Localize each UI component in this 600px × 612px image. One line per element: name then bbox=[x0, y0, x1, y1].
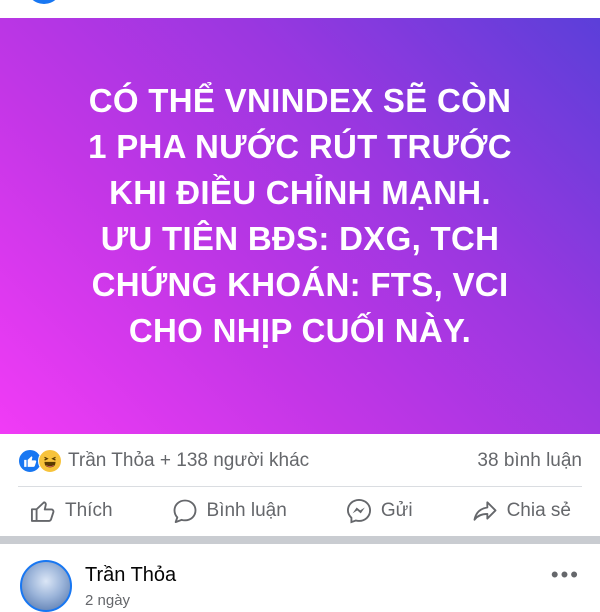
share-button[interactable]: Chia sẻ bbox=[471, 497, 571, 525]
divider bbox=[18, 486, 582, 487]
comments-count[interactable]: 38 bình luận bbox=[477, 450, 582, 472]
banner-line: CHO NHỊP CUỐI NÀY. bbox=[128, 312, 472, 349]
like-label: Thích bbox=[65, 500, 113, 521]
reaction-icons bbox=[18, 448, 64, 474]
share-label: Chia sẻ bbox=[506, 500, 571, 521]
haha-reaction-icon bbox=[38, 449, 62, 473]
send-label: Gửi bbox=[380, 500, 413, 521]
comment-time: 2 ngày bbox=[85, 592, 131, 609]
section-separator bbox=[0, 536, 600, 544]
more-options-icon[interactable]: ••• bbox=[551, 562, 580, 588]
post-actions: Thích Bình luận Gửi Chia sẻ bbox=[0, 488, 600, 534]
comment-author[interactable]: Trần Thỏa bbox=[85, 564, 176, 587]
banner-line: CÓ THỂ VNINDEX SẼ CÒN bbox=[88, 82, 512, 119]
banner-line: KHI ĐIỀU CHỈNH MẠNH. bbox=[109, 174, 491, 211]
top-avatar[interactable] bbox=[26, 0, 62, 4]
comment-label: Bình luận bbox=[206, 500, 287, 521]
share-arrow-icon bbox=[471, 497, 499, 525]
reactions-bar: Trần Thỏa + 138 người khác 38 bình luận bbox=[0, 436, 600, 486]
banner-line: CHỨNG KHOÁN: FTS, VCI bbox=[91, 266, 509, 303]
reaction-summary-text: Trần Thỏa + 138 người khác bbox=[68, 450, 310, 471]
reaction-summary[interactable]: Trần Thỏa + 138 người khác bbox=[18, 448, 309, 474]
banner-line: ƯU TIÊN BĐS: DXG, TCH bbox=[100, 220, 500, 257]
banner-line: 1 PHA NƯỚC RÚT TRƯỚC bbox=[88, 128, 512, 165]
send-button[interactable]: Gửi bbox=[345, 497, 413, 525]
comment-button[interactable]: Bình luận bbox=[171, 497, 287, 525]
comment-bubble-icon bbox=[171, 497, 199, 525]
banner-text: CÓ THỂ VNINDEX SẼ CÒN 1 PHA NƯỚC RÚT TRƯ… bbox=[88, 78, 512, 354]
post-banner: CÓ THỂ VNINDEX SẼ CÒN 1 PHA NƯỚC RÚT TRƯ… bbox=[0, 18, 600, 434]
comment-section: Trần Thỏa 2 ngày ••• bbox=[0, 544, 600, 612]
thumbs-up-icon bbox=[29, 497, 57, 525]
avatar[interactable] bbox=[20, 560, 72, 612]
messenger-icon bbox=[345, 497, 373, 525]
like-button[interactable]: Thích bbox=[29, 497, 113, 525]
